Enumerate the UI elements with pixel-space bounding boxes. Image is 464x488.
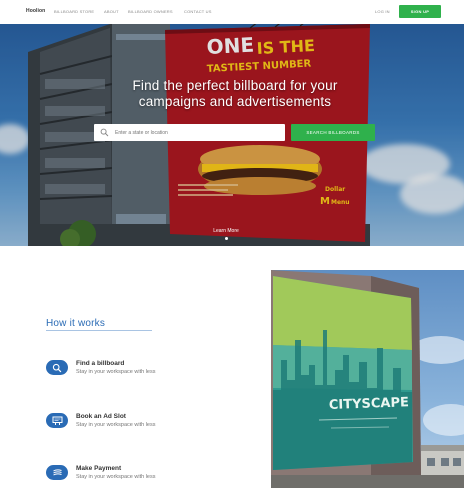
cityscape-billboard-image: CITYSCAPE [271, 270, 464, 488]
search-input[interactable] [94, 124, 285, 141]
step-title: Find a billboard [76, 360, 125, 367]
login-link[interactable]: LOG IN [375, 9, 390, 14]
hero-title-line2: campaigns and advertisements [138, 94, 332, 109]
search-icon [100, 128, 109, 137]
hero-title: Find the perfect billboard for your camp… [90, 78, 380, 110]
scroll-indicator-dot[interactable] [225, 237, 228, 240]
hero-title-line1: Find the perfect billboard for your [132, 78, 338, 93]
search-icon [52, 363, 62, 372]
step-find-icon-badge [46, 360, 68, 375]
nav-link-contact-us[interactable]: CONTACT US [184, 9, 212, 14]
search-billboards-button[interactable]: SEARCH BILLBOARDS [291, 124, 375, 141]
logo[interactable]: Hoolion [26, 8, 45, 14]
title-underline [46, 330, 152, 331]
nav-link-about[interactable]: ABOUT [104, 9, 119, 14]
learn-more-link[interactable]: Learn More [206, 228, 246, 234]
cityscape-ad-title: CITYSCAPE [329, 395, 410, 413]
step-description: Stay in your workspace with less [76, 474, 156, 480]
how-it-works-title: How it works [46, 318, 106, 329]
nav-link-billboard-owners[interactable]: BILLBOARD OWNERS [128, 9, 173, 14]
step-description: Stay in your workspace with less [76, 369, 156, 375]
hero-section: ONE IS THE TASTIEST NUMBER Dollar M Menu… [0, 24, 464, 246]
billboard-icon [52, 416, 62, 425]
step-title: Make Payment [76, 465, 122, 472]
signup-button[interactable]: SIGN UP [399, 5, 441, 18]
step-book-icon-badge [46, 413, 68, 428]
top-nav: Hoolion BILLBOARD STORE ABOUT BILLBOARD … [0, 0, 464, 24]
nav-link-billboard-store[interactable]: BILLBOARD STORE [54, 9, 94, 14]
step-title: Book an Ad Slot [76, 413, 126, 420]
cityscape-scene: CITYSCAPE [271, 270, 464, 488]
step-description: Stay in your workspace with less [76, 422, 156, 428]
step-payment-icon-badge [46, 465, 68, 480]
payment-icon [52, 468, 62, 475]
